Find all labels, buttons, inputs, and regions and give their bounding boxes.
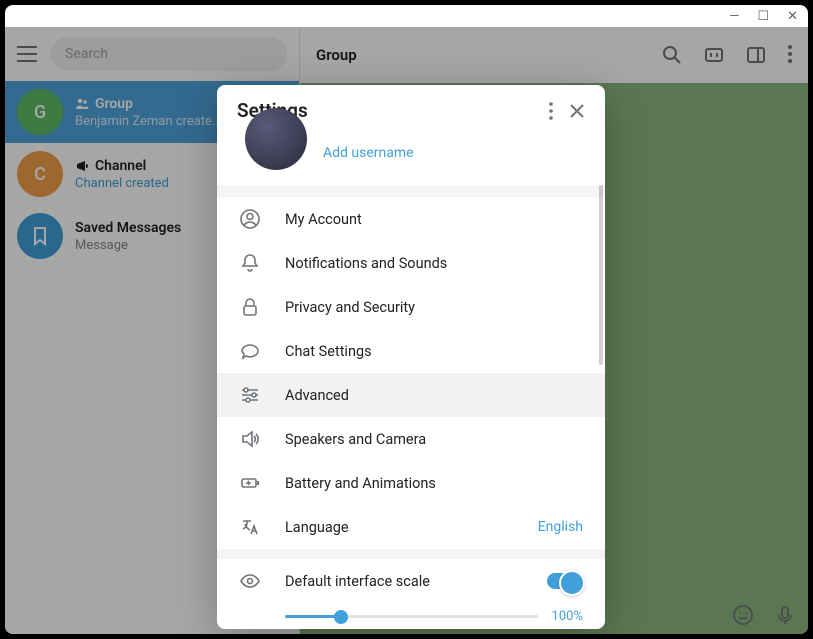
settings-item-label: Language — [285, 519, 514, 536]
settings-item-speaker[interactable]: Speakers and Camera — [217, 417, 605, 461]
settings-item-value: English — [538, 519, 583, 535]
eye-icon — [239, 570, 261, 592]
sliders-icon — [239, 384, 261, 406]
settings-panel: Settings Add username My AccountNotifica… — [217, 85, 605, 629]
settings-item-lock[interactable]: Privacy and Security — [217, 285, 605, 329]
scale-slider[interactable] — [285, 615, 538, 618]
maximize-button[interactable]: ☐ — [757, 9, 769, 24]
scale-value: 100% — [552, 609, 583, 624]
battery-icon — [239, 472, 261, 494]
settings-item-bell[interactable]: Notifications and Sounds — [217, 241, 605, 285]
settings-item-label: Advanced — [285, 387, 583, 404]
scale-label: Default interface scale — [285, 573, 523, 590]
scale-toggle[interactable] — [547, 573, 583, 589]
settings-close-icon[interactable] — [569, 103, 585, 119]
settings-item-chat[interactable]: Chat Settings — [217, 329, 605, 373]
profile-avatar[interactable] — [245, 108, 307, 170]
settings-item-battery[interactable]: Battery and Animations — [217, 461, 605, 505]
chat-icon — [239, 340, 261, 362]
settings-item-language[interactable]: Language English — [217, 505, 605, 549]
close-window-button[interactable]: ✕ — [787, 9, 798, 24]
window-titlebar: — ☐ ✕ — [5, 5, 808, 27]
settings-item-sliders[interactable]: Advanced — [217, 373, 605, 417]
settings-item-label: Notifications and Sounds — [285, 255, 583, 272]
settings-item-label: Speakers and Camera — [285, 431, 583, 448]
bell-icon — [239, 252, 261, 274]
minimize-button[interactable]: — — [729, 9, 739, 24]
speaker-icon — [239, 428, 261, 450]
settings-item-label: Privacy and Security — [285, 299, 583, 316]
language-icon — [239, 516, 261, 538]
settings-scrollbar[interactable] — [599, 185, 603, 365]
account-icon — [239, 208, 261, 230]
settings-item-label: Battery and Animations — [285, 475, 583, 492]
settings-item-label: My Account — [285, 211, 583, 228]
settings-item-label: Chat Settings — [285, 343, 583, 360]
settings-body: My Account Notifications and Sounds Privac… — [217, 187, 605, 629]
settings-scale-row: Default interface scale — [217, 559, 605, 603]
settings-more-icon[interactable] — [549, 102, 553, 120]
settings-item-account[interactable]: My Account — [217, 197, 605, 241]
lock-icon — [239, 296, 261, 318]
add-username-link[interactable]: Add username — [323, 145, 414, 161]
